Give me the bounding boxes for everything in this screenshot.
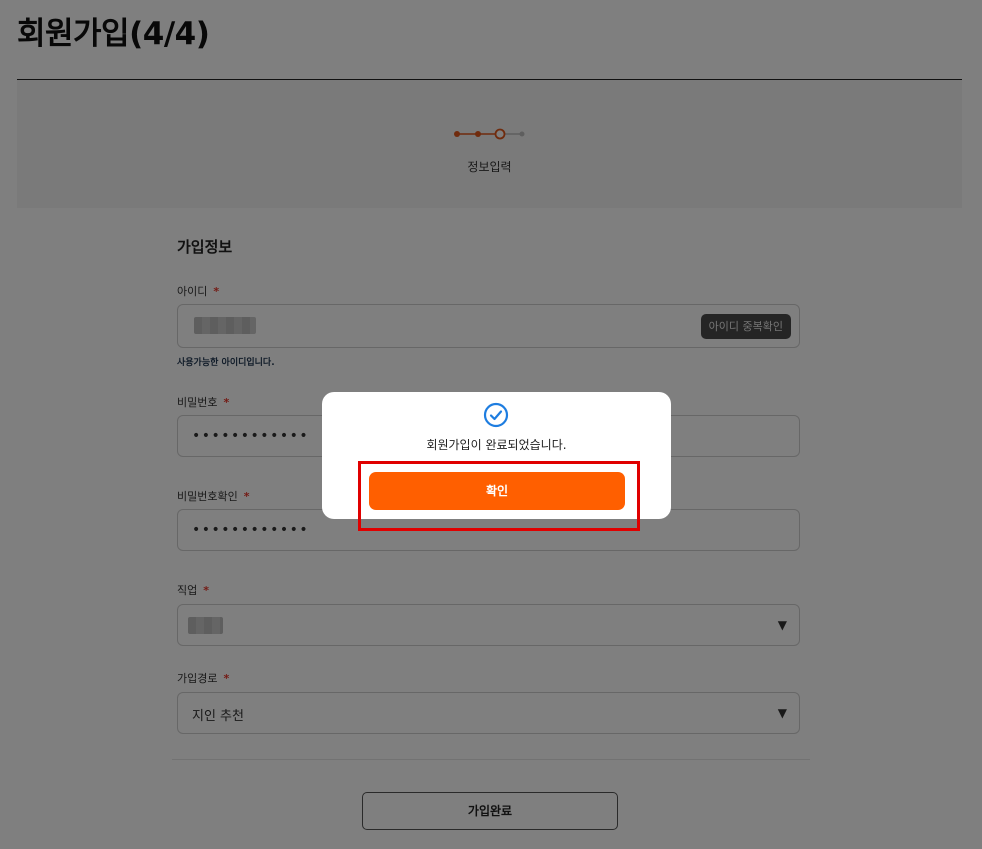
annotation-highlight-box — [358, 461, 640, 531]
check-circle-icon — [483, 402, 509, 428]
signup-page: 회원가입(4/4) 정보입력 가입정보 아이디* 아이디 중복확인 사용가능한 … — [0, 0, 982, 849]
dialog-message: 회원가입이 완료되었습니다. — [426, 438, 567, 452]
